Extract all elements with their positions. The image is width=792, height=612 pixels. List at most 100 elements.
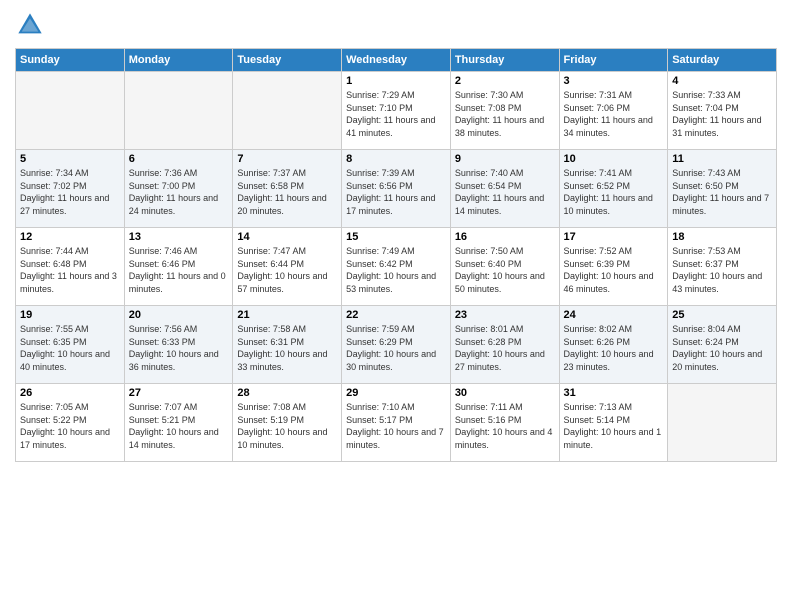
day-info: Sunrise: 7:33 AMSunset: 7:04 PMDaylight:… bbox=[672, 89, 772, 139]
header-cell-tuesday: Tuesday bbox=[233, 49, 342, 72]
calendar-cell-24: 24 Sunrise: 8:02 AMSunset: 6:26 PMDayligh… bbox=[559, 306, 668, 384]
calendar-cell-27: 27 Sunrise: 7:07 AMSunset: 5:21 PMDayligh… bbox=[124, 384, 233, 462]
day-info: Sunrise: 7:37 AMSunset: 6:58 PMDaylight:… bbox=[237, 167, 337, 217]
calendar-cell-14: 14 Sunrise: 7:47 AMSunset: 6:44 PMDayligh… bbox=[233, 228, 342, 306]
day-number: 17 bbox=[564, 231, 664, 243]
day-info: Sunrise: 7:13 AMSunset: 5:14 PMDaylight:… bbox=[564, 401, 664, 451]
day-number: 22 bbox=[346, 309, 446, 321]
day-info: Sunrise: 7:30 AMSunset: 7:08 PMDaylight:… bbox=[455, 89, 555, 139]
day-number: 4 bbox=[672, 75, 772, 87]
calendar-cell-3: 3Sunrise: 7:31 AMSunset: 7:06 PMDaylight… bbox=[559, 72, 668, 150]
day-number: 26 bbox=[20, 387, 120, 399]
day-info: Sunrise: 7:55 AMSunset: 6:35 PMDaylight:… bbox=[20, 323, 120, 373]
calendar-cell-23: 23 Sunrise: 8:01 AMSunset: 6:28 PMDayligh… bbox=[450, 306, 559, 384]
logo-icon bbox=[15, 10, 45, 40]
day-info: Sunrise: 8:04 AMSunset: 6:24 PMDaylight:… bbox=[672, 323, 772, 373]
page: SundayMondayTuesdayWednesdayThursdayFrid… bbox=[0, 0, 792, 612]
calendar-cell-empty bbox=[233, 72, 342, 150]
day-info: Sunrise: 7:10 AMSunset: 5:17 PMDaylight:… bbox=[346, 401, 446, 451]
day-info: Sunrise: 7:47 AMSunset: 6:44 PMDaylight:… bbox=[237, 245, 337, 295]
day-info: Sunrise: 7:40 AMSunset: 6:54 PMDaylight:… bbox=[455, 167, 555, 217]
day-info: Sunrise: 7:08 AMSunset: 5:19 PMDaylight:… bbox=[237, 401, 337, 451]
day-number: 7 bbox=[237, 153, 337, 165]
calendar: SundayMondayTuesdayWednesdayThursdayFrid… bbox=[15, 48, 777, 462]
calendar-cell-7: 7 Sunrise: 7:37 AMSunset: 6:58 PMDaylight… bbox=[233, 150, 342, 228]
header-cell-thursday: Thursday bbox=[450, 49, 559, 72]
day-info: Sunrise: 7:49 AMSunset: 6:42 PMDaylight:… bbox=[346, 245, 446, 295]
calendar-cell-20: 20Sunrise: 7:56 AMSunset: 6:33 PMDayligh… bbox=[124, 306, 233, 384]
day-info: Sunrise: 8:02 AMSunset: 6:26 PMDaylight:… bbox=[564, 323, 664, 373]
calendar-cell-empty bbox=[16, 72, 125, 150]
calendar-cell-8: 8 Sunrise: 7:39 AMSunset: 6:56 PMDaylight… bbox=[342, 150, 451, 228]
day-number: 9 bbox=[455, 153, 555, 165]
day-info: Sunrise: 7:07 AMSunset: 5:21 PMDaylight:… bbox=[129, 401, 229, 451]
calendar-cell-12: 12 Sunrise: 7:44 AMSunset: 6:48 PMDayligh… bbox=[16, 228, 125, 306]
day-info: Sunrise: 7:29 AMSunset: 7:10 PMDaylight:… bbox=[346, 89, 446, 139]
day-number: 13 bbox=[129, 231, 229, 243]
calendar-cell-empty bbox=[668, 384, 777, 462]
day-info: Sunrise: 7:39 AMSunset: 6:56 PMDaylight:… bbox=[346, 167, 446, 217]
calendar-cell-17: 17 Sunrise: 7:52 AMSunset: 6:39 PMDayligh… bbox=[559, 228, 668, 306]
calendar-cell-11: 11Sunrise: 7:43 AMSunset: 6:50 PMDayligh… bbox=[668, 150, 777, 228]
day-info: Sunrise: 7:59 AMSunset: 6:29 PMDaylight:… bbox=[346, 323, 446, 373]
day-number: 29 bbox=[346, 387, 446, 399]
day-info: Sunrise: 7:11 AMSunset: 5:16 PMDaylight:… bbox=[455, 401, 555, 451]
calendar-cell-2: 2 Sunrise: 7:30 AMSunset: 7:08 PMDaylight… bbox=[450, 72, 559, 150]
calendar-cell-18: 18 Sunrise: 7:53 AMSunset: 6:37 PMDayligh… bbox=[668, 228, 777, 306]
day-info: Sunrise: 7:34 AMSunset: 7:02 PMDaylight:… bbox=[20, 167, 120, 217]
day-number: 27 bbox=[129, 387, 229, 399]
day-info: Sunrise: 7:05 AMSunset: 5:22 PMDaylight:… bbox=[20, 401, 120, 451]
calendar-row-1: 5 Sunrise: 7:34 AMSunset: 7:02 PMDaylight… bbox=[16, 150, 777, 228]
day-number: 18 bbox=[672, 231, 772, 243]
day-info: Sunrise: 7:52 AMSunset: 6:39 PMDaylight:… bbox=[564, 245, 664, 295]
header-cell-monday: Monday bbox=[124, 49, 233, 72]
day-info: Sunrise: 7:56 AMSunset: 6:33 PMDaylight:… bbox=[129, 323, 229, 373]
day-number: 28 bbox=[237, 387, 337, 399]
day-number: 19 bbox=[20, 309, 120, 321]
day-info: Sunrise: 7:36 AMSunset: 7:00 PMDaylight:… bbox=[129, 167, 229, 217]
day-number: 12 bbox=[20, 231, 120, 243]
calendar-cell-13: 13 Sunrise: 7:46 AMSunset: 6:46 PMDayligh… bbox=[124, 228, 233, 306]
day-number: 15 bbox=[346, 231, 446, 243]
day-number: 6 bbox=[129, 153, 229, 165]
day-number: 2 bbox=[455, 75, 555, 87]
calendar-row-0: 1Sunrise: 7:29 AMSunset: 7:10 PMDaylight… bbox=[16, 72, 777, 150]
day-info: Sunrise: 7:58 AMSunset: 6:31 PMDaylight:… bbox=[237, 323, 337, 373]
day-number: 21 bbox=[237, 309, 337, 321]
calendar-cell-1: 1Sunrise: 7:29 AMSunset: 7:10 PMDaylight… bbox=[342, 72, 451, 150]
day-info: Sunrise: 7:50 AMSunset: 6:40 PMDaylight:… bbox=[455, 245, 555, 295]
header-cell-friday: Friday bbox=[559, 49, 668, 72]
day-number: 5 bbox=[20, 153, 120, 165]
calendar-cell-10: 10 Sunrise: 7:41 AMSunset: 6:52 PMDayligh… bbox=[559, 150, 668, 228]
calendar-cell-19: 19 Sunrise: 7:55 AMSunset: 6:35 PMDayligh… bbox=[16, 306, 125, 384]
day-number: 16 bbox=[455, 231, 555, 243]
header-row: SundayMondayTuesdayWednesdayThursdayFrid… bbox=[16, 49, 777, 72]
calendar-cell-30: 30 Sunrise: 7:11 AMSunset: 5:16 PMDayligh… bbox=[450, 384, 559, 462]
day-number: 10 bbox=[564, 153, 664, 165]
calendar-cell-15: 15 Sunrise: 7:49 AMSunset: 6:42 PMDayligh… bbox=[342, 228, 451, 306]
header-cell-sunday: Sunday bbox=[16, 49, 125, 72]
calendar-cell-21: 21 Sunrise: 7:58 AMSunset: 6:31 PMDayligh… bbox=[233, 306, 342, 384]
day-number: 24 bbox=[564, 309, 664, 321]
day-info: Sunrise: 7:53 AMSunset: 6:37 PMDaylight:… bbox=[672, 245, 772, 295]
day-info: Sunrise: 7:41 AMSunset: 6:52 PMDaylight:… bbox=[564, 167, 664, 217]
day-info: Sunrise: 7:46 AMSunset: 6:46 PMDaylight:… bbox=[129, 245, 229, 295]
day-number: 23 bbox=[455, 309, 555, 321]
header bbox=[15, 10, 777, 40]
header-cell-saturday: Saturday bbox=[668, 49, 777, 72]
calendar-cell-29: 29 Sunrise: 7:10 AMSunset: 5:17 PMDayligh… bbox=[342, 384, 451, 462]
day-number: 30 bbox=[455, 387, 555, 399]
header-cell-wednesday: Wednesday bbox=[342, 49, 451, 72]
day-number: 8 bbox=[346, 153, 446, 165]
calendar-cell-empty bbox=[124, 72, 233, 150]
day-info: Sunrise: 8:01 AMSunset: 6:28 PMDaylight:… bbox=[455, 323, 555, 373]
day-number: 14 bbox=[237, 231, 337, 243]
calendar-cell-28: 28 Sunrise: 7:08 AMSunset: 5:19 PMDayligh… bbox=[233, 384, 342, 462]
calendar-cell-4: 4 Sunrise: 7:33 AMSunset: 7:04 PMDaylight… bbox=[668, 72, 777, 150]
calendar-cell-26: 26 Sunrise: 7:05 AMSunset: 5:22 PMDayligh… bbox=[16, 384, 125, 462]
day-info: Sunrise: 7:44 AMSunset: 6:48 PMDaylight:… bbox=[20, 245, 120, 295]
calendar-cell-6: 6 Sunrise: 7:36 AMSunset: 7:00 PMDaylight… bbox=[124, 150, 233, 228]
day-number: 3 bbox=[564, 75, 664, 87]
logo bbox=[15, 10, 49, 40]
calendar-cell-5: 5 Sunrise: 7:34 AMSunset: 7:02 PMDaylight… bbox=[16, 150, 125, 228]
